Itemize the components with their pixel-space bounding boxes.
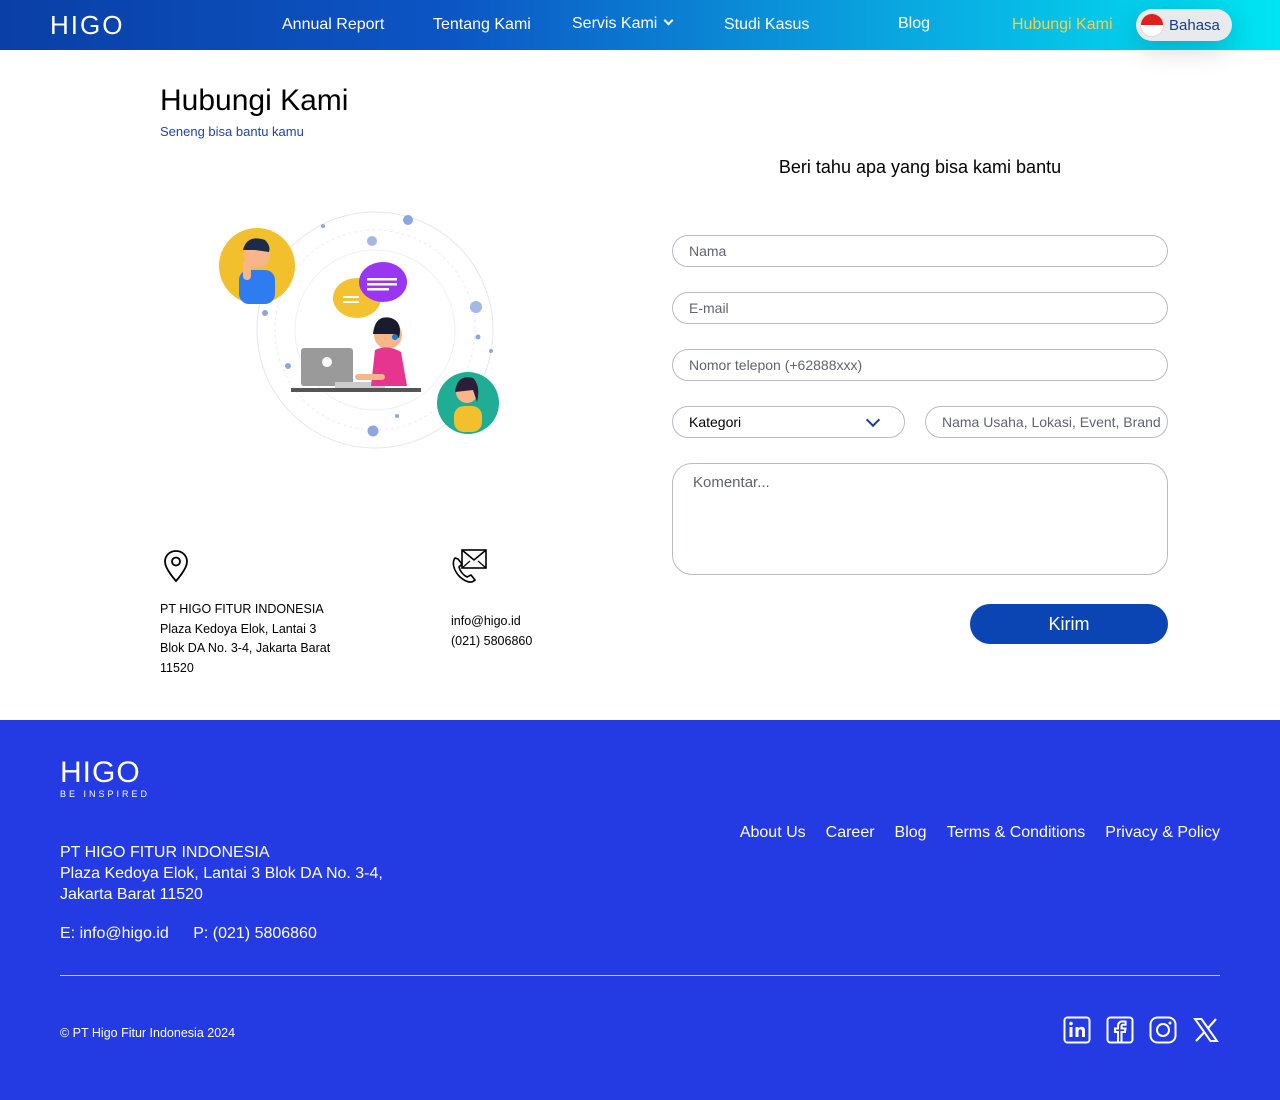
footer-logo-tagline: BE INSPIRED [60,789,151,799]
footer-link-about-us[interactable]: About Us [740,824,806,842]
email-input[interactable]: E-mail [672,292,1168,324]
contact-phone[interactable]: (021) 5806860 [451,632,532,652]
name-input[interactable]: Nama [672,235,1168,267]
nav-tentang-kami[interactable]: Tentang Kami [433,16,531,34]
footer: HIGO BE INSPIRED PT HIGO FITUR INDONESIA… [0,720,1280,1100]
top-navbar: HIGO Annual Report Tentang Kami Servis K… [0,0,1280,50]
nav-servis-kami[interactable]: Servis Kami [572,15,674,33]
footer-email[interactable]: E: info@higo.id [60,925,169,942]
instagram-icon[interactable] [1149,1016,1177,1044]
category-select-value: Kategori [689,414,742,430]
linkedin-icon[interactable] [1063,1016,1091,1044]
nav-blog[interactable]: Blog [898,15,930,33]
footer-link-terms[interactable]: Terms & Conditions [947,824,1086,842]
higo-logo[interactable]: HIGO [50,10,124,41]
footer-divider [60,975,1220,976]
footer-logo[interactable]: HIGO BE INSPIRED [60,756,151,800]
nav-hubungi-kami[interactable]: Hubungi Kami [1012,16,1113,34]
phone-mail-icon [452,549,487,583]
footer-link-privacy[interactable]: Privacy & Policy [1105,824,1220,842]
chevron-down-icon [663,15,674,26]
footer-address: PT HIGO FITUR INDONESIA Plaza Kedoya Elo… [60,842,383,905]
footer-logo-text: HIGO [60,756,141,789]
footer-contact: E: info@higo.id P: (021) 5806860 [60,925,337,943]
location-pin-icon [164,550,188,583]
address-company: PT HIGO FITUR INDONESIA [160,602,324,616]
address-line-3: 11520 [160,660,194,675]
customer-support-illustration [219,211,499,449]
page-subtitle: Seneng bisa bantu kamu [160,124,304,139]
contact-email[interactable]: info@higo.id [451,612,532,632]
footer-link-blog[interactable]: Blog [895,824,927,842]
footer-company-name: PT HIGO FITUR INDONESIA [60,844,270,861]
address-line-2: Blok DA No. 3-4, Jakarta Barat [160,641,331,655]
form-heading: Beri tahu apa yang bisa kami bantu [778,157,1062,177]
address-block: PT HIGO FITUR INDONESIA Plaza Kedoya Elo… [160,600,330,678]
chevron-down-icon [865,412,881,428]
comment-textarea[interactable]: Komentar... [672,463,1168,575]
footer-link-career[interactable]: Career [826,824,875,842]
footer-address-line-2: Jakarta Barat 11520 [60,886,203,903]
category-select[interactable]: Kategori [672,406,905,438]
indonesia-flag-icon [1140,13,1164,37]
phone-input[interactable]: Nomor telepon (+62888xxx) [672,349,1168,381]
nav-studi-kasus[interactable]: Studi Kasus [724,16,809,34]
business-input[interactable]: Nama Usaha, Lokasi, Event, Brand [925,406,1168,438]
language-switcher[interactable]: Bahasa [1136,9,1232,41]
page-title: Hubungi Kami [160,84,349,117]
submit-button[interactable]: Kirim [970,604,1168,644]
footer-social [1063,1016,1220,1044]
footer-phone[interactable]: P: (021) 5806860 [193,925,317,942]
nav-annual-report[interactable]: Annual Report [282,16,384,34]
contact-block: info@higo.id (021) 5806860 [451,612,532,651]
footer-address-line-1: Plaza Kedoya Elok, Lantai 3 Blok DA No. … [60,865,383,882]
facebook-icon[interactable] [1106,1016,1134,1044]
nav-servis-kami-label: Servis Kami [572,15,658,32]
language-label: Bahasa [1169,17,1220,34]
x-icon[interactable] [1192,1016,1220,1044]
footer-copyright: © PT Higo Fitur Indonesia 2024 [60,1026,236,1040]
address-line-1: Plaza Kedoya Elok, Lantai 3 [160,621,317,636]
footer-links: About Us Career Blog Terms & Conditions … [740,824,1220,842]
